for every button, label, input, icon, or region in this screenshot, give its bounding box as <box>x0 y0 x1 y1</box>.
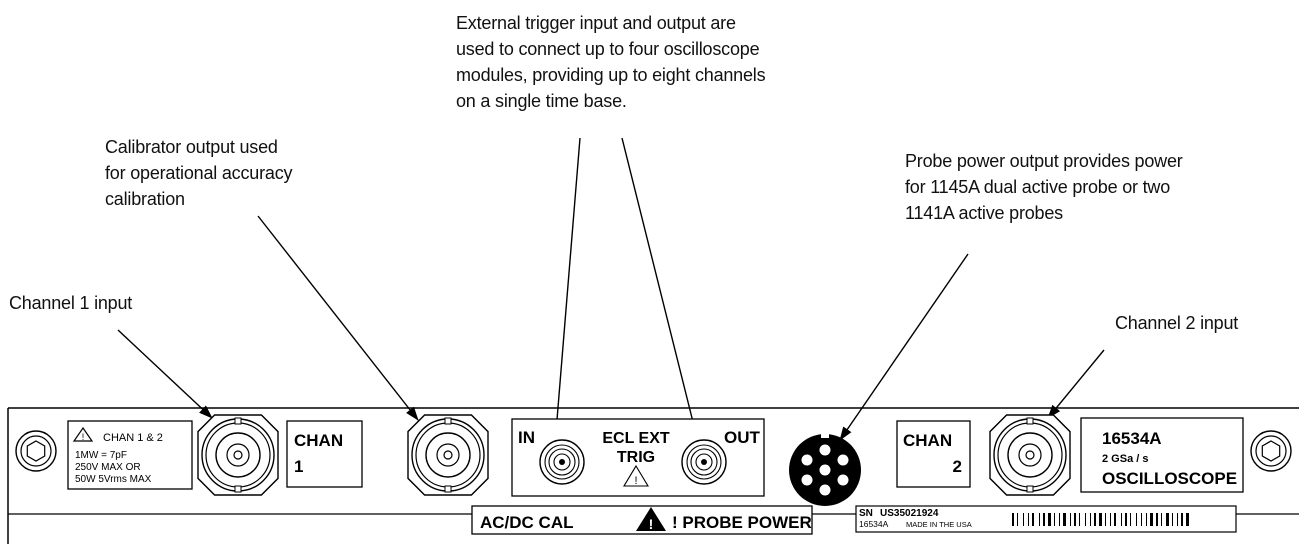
barcode-bar <box>1121 513 1122 526</box>
channel1-bnc-connector-icon <box>197 414 279 496</box>
barcode-bar <box>1028 513 1029 526</box>
warning-line-1: 1MW = 7pF <box>75 450 127 461</box>
warning-label-box: ! CHAN 1 & 2 1MW = 7pF 250V MAX OR 50W 5… <box>67 420 193 490</box>
barcode-bar <box>1114 513 1116 526</box>
barcode-bar <box>1059 513 1060 526</box>
chan1-label-line2: 1 <box>294 457 303 476</box>
barcode-bar <box>1136 513 1137 526</box>
barcode-bar <box>1017 513 1018 526</box>
chan1-label-line1: CHAN <box>294 431 343 450</box>
barcode-bar <box>1090 513 1091 526</box>
leader-arrow-calibrator <box>257 215 419 421</box>
barcode-bar <box>1125 513 1127 526</box>
warning-line-3: 50W 5Vrms MAX <box>75 474 152 485</box>
model-label-box: 16534A 2 GSa / s OSCILLOSCOPE <box>1080 417 1244 493</box>
barcode-bar <box>1186 513 1189 526</box>
cal-probe-power-label: AC/DC CAL ! ! PROBE POWER <box>471 505 813 535</box>
barcode-bar <box>1039 513 1040 526</box>
barcode-bar <box>1023 513 1024 526</box>
barcode-bar <box>1156 513 1158 526</box>
front-panel-diagram: Channel 1 input Calibrator output used f… <box>0 0 1299 544</box>
probe-power-connector-icon <box>789 432 861 506</box>
barcode-bar <box>1012 513 1014 526</box>
barcode-bar <box>1094 513 1096 526</box>
chan2-label-box: CHAN 2 <box>896 420 971 488</box>
serial-model: 16534A <box>859 519 889 529</box>
svg-text:!: ! <box>649 516 654 532</box>
barcode-bar <box>1150 513 1153 526</box>
barcode-bar <box>1166 513 1169 526</box>
warning-line-2: 250V MAX OR <box>75 462 141 473</box>
trigger-out-connector-icon <box>681 439 727 485</box>
model-sample-rate: 2 GSa / s <box>1102 453 1148 465</box>
barcode-bar <box>1146 513 1147 526</box>
barcode-bar <box>1161 513 1162 526</box>
barcode-bar <box>1181 513 1183 526</box>
barcode-bar <box>1043 513 1045 526</box>
chan1-label-box: CHAN 1 <box>286 420 363 488</box>
barcode-bar <box>1105 513 1106 526</box>
probe-power-label: ! PROBE POWER <box>672 513 812 532</box>
serial-number-label: SN US35021924 16534A MADE IN THE USA <box>855 505 1237 533</box>
svg-text:!: ! <box>82 432 85 442</box>
warning-title: CHAN 1 & 2 <box>103 432 163 444</box>
barcode-bar <box>1079 513 1080 526</box>
channel2-bnc-connector-icon <box>989 414 1071 496</box>
leader-arrow-trigger-in <box>552 137 581 433</box>
calibrator-bnc-connector-icon <box>407 414 489 496</box>
serial-made-in: MADE IN THE USA <box>906 520 972 529</box>
trigger-in-label: IN <box>518 428 535 447</box>
ext-trigger-box: IN ECL EXT TRIG OUT ! <box>511 418 765 497</box>
serial-sn-label: SN <box>859 508 873 519</box>
barcode-bar <box>1048 513 1051 526</box>
barcode-bar <box>1074 513 1076 526</box>
chan2-label-line2: 2 <box>953 457 962 476</box>
barcode-bar <box>1130 513 1131 526</box>
barcode-bar <box>1063 513 1066 526</box>
serial-sn-value: US35021924 <box>880 508 939 519</box>
mounting-screw-left-icon <box>15 430 57 472</box>
barcode-bar <box>1110 513 1111 526</box>
barcode-bar <box>1141 513 1142 526</box>
trigger-in-connector-icon <box>539 439 585 485</box>
barcode-bar <box>1054 513 1055 526</box>
model-number: 16534A <box>1102 429 1162 448</box>
barcode-bar <box>1099 513 1102 526</box>
trigger-out-label: OUT <box>724 428 761 447</box>
barcode-bar <box>1172 513 1173 526</box>
acdc-cal-label: AC/DC CAL <box>480 513 574 532</box>
barcode-bar <box>1070 513 1071 526</box>
barcode-bar <box>1085 513 1086 526</box>
barcode-bar <box>1032 513 1034 526</box>
leader-arrow-channel1 <box>117 329 213 419</box>
mounting-screw-right-icon <box>1250 430 1292 472</box>
barcode-bar <box>1177 513 1178 526</box>
svg-text:!: ! <box>634 475 637 487</box>
trigger-ecl-ext-label: ECL EXT <box>602 430 670 447</box>
leader-arrow-probe-power <box>839 253 969 441</box>
chan2-label-line1: CHAN <box>903 431 952 450</box>
panel-drawing: ! CHAN 1 & 2 1MW = 7pF 250V MAX OR 50W 5… <box>7 137 1299 544</box>
trigger-trig-label: TRIG <box>617 449 655 466</box>
leader-arrow-trigger-out <box>621 137 698 435</box>
model-name: OSCILLOSCOPE <box>1102 469 1237 488</box>
